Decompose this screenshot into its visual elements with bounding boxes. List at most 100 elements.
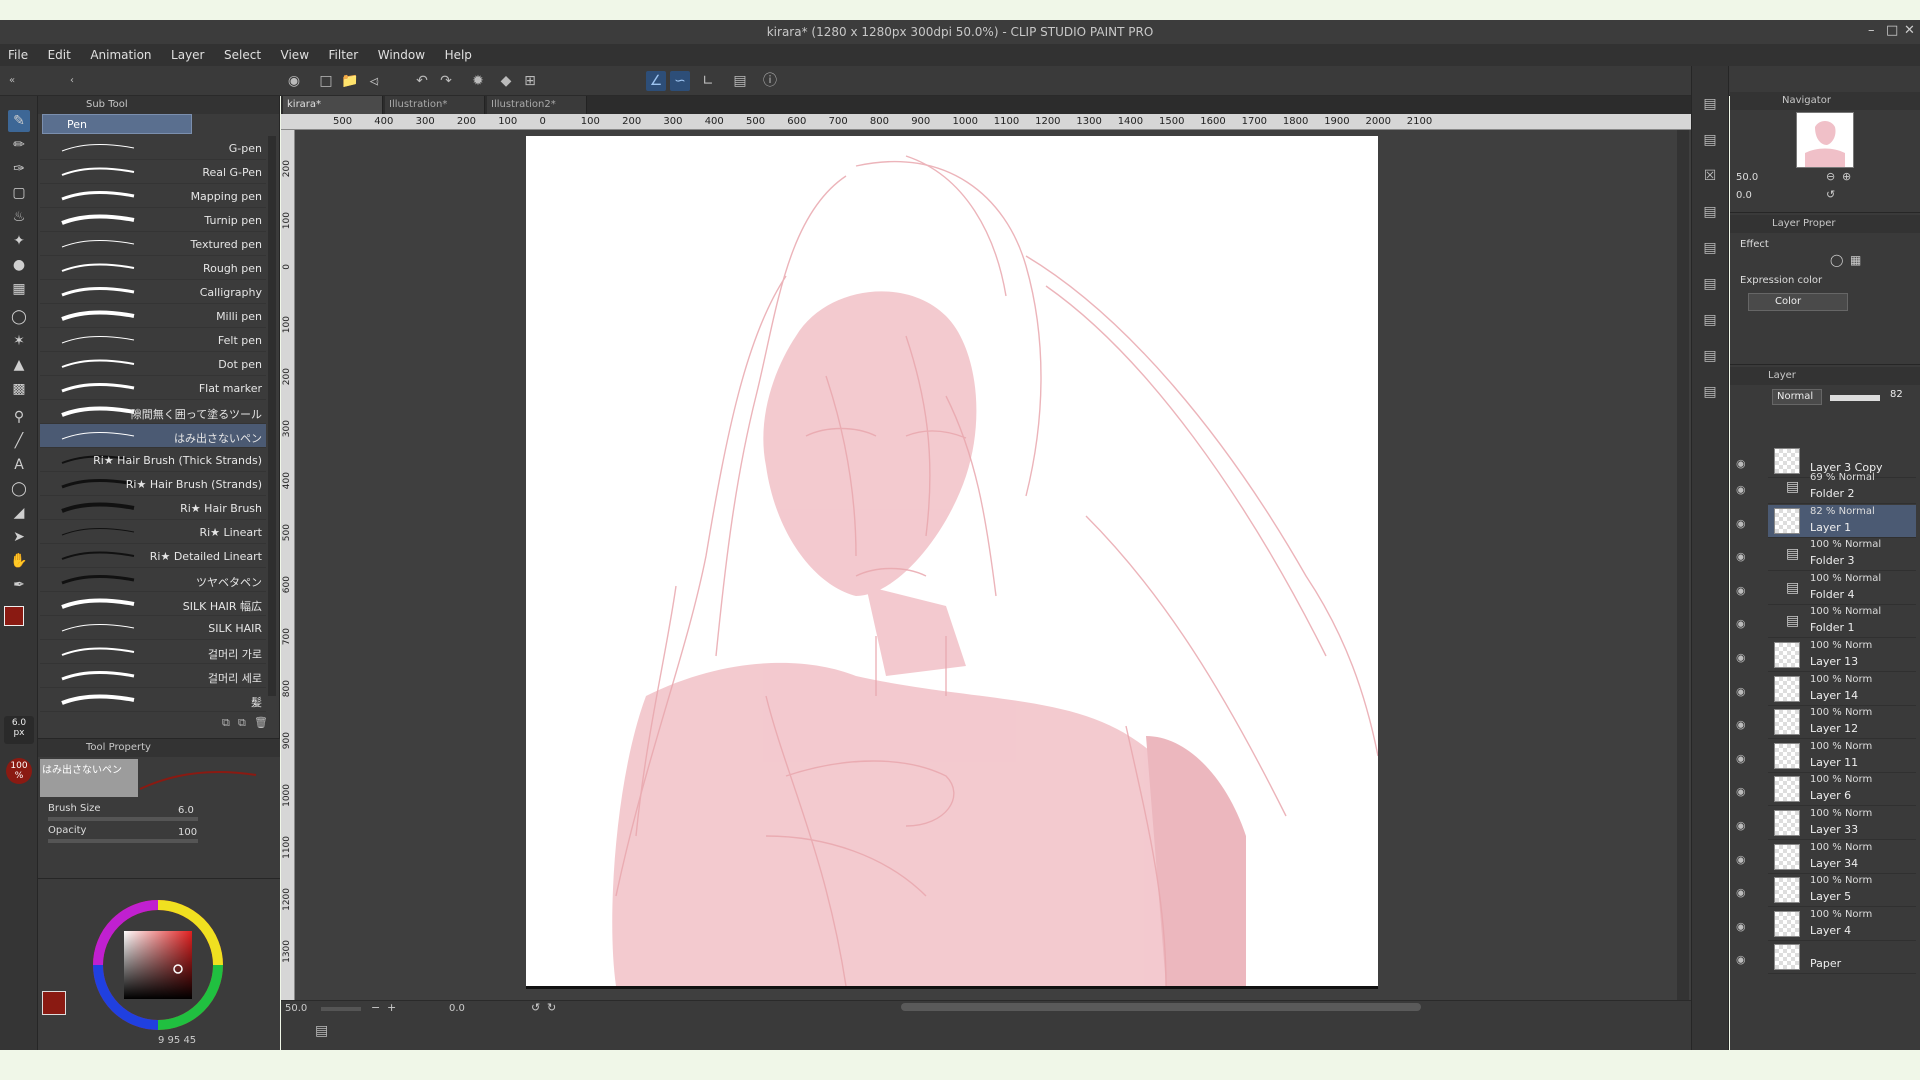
layer-visibility-icon[interactable]: ◉	[1736, 886, 1746, 899]
zoom-out-icon[interactable]: −	[371, 1001, 380, 1014]
menu-view[interactable]: View	[273, 44, 317, 62]
figure-tool-icon[interactable]: ▦	[8, 278, 30, 300]
timeline-icon[interactable]: ▤	[315, 1023, 328, 1039]
brush-item[interactable]: Felt pen	[40, 328, 266, 352]
brush-item[interactable]: SILK HAIR 幅広	[40, 592, 266, 616]
lasso-tool-icon[interactable]: ◯	[8, 306, 30, 328]
tablet-icon[interactable]: ▤	[730, 71, 750, 91]
menu-help[interactable]: Help	[437, 44, 480, 62]
delete-subtool-icon[interactable]: 🗑	[254, 716, 268, 729]
pencil-tool-icon[interactable]: ✏	[8, 134, 30, 156]
color-main-swatch[interactable]	[42, 991, 66, 1015]
horizontal-scrollbar[interactable]	[901, 1003, 1421, 1011]
canvas-zoom-value[interactable]: 50.0	[285, 1003, 307, 1014]
nav-zoom-in-icon[interactable]: ⊕	[1842, 170, 1851, 183]
zoom-slider[interactable]	[321, 1007, 361, 1011]
snap-ruler-icon[interactable]: ∠	[646, 71, 666, 91]
zoom-in-icon[interactable]: +	[387, 1001, 396, 1014]
zoom-tool-icon[interactable]: ⚲	[8, 406, 30, 428]
decoration-tool-icon[interactable]: ✦	[8, 230, 30, 252]
brush-item[interactable]: Ri★ Detailed Lineart	[40, 544, 266, 568]
layer-row[interactable]: 100 % Norm Layer 34	[1768, 841, 1916, 874]
menu-animation[interactable]: Animation	[82, 44, 159, 62]
panel-icon-2[interactable]: ▤	[1700, 130, 1720, 150]
brush-item[interactable]: 걸머리 세로	[40, 664, 266, 688]
tone-effect-icon[interactable]: ▦	[1850, 253, 1861, 267]
collapse-left-icon[interactable]: «	[2, 71, 22, 91]
layer-row[interactable]: 100 % Norm Layer 4	[1768, 908, 1916, 941]
brush-size-value[interactable]: 6.0	[178, 805, 194, 816]
brush-item[interactable]: はみ出さないペン	[40, 424, 266, 448]
nav-zoom-out-icon[interactable]: ⊖	[1826, 170, 1835, 183]
brush-item[interactable]: G-pen	[40, 136, 266, 160]
navigator-thumbnail[interactable]	[1796, 112, 1854, 168]
layer-row[interactable]: 100 % Norm Layer 6	[1768, 773, 1916, 807]
brush-item[interactable]: Ri★ Lineart	[40, 520, 266, 544]
layer-visibility-icon[interactable]: ◉	[1736, 483, 1746, 496]
layer-visibility-icon[interactable]: ◉	[1736, 550, 1746, 563]
object-tool-icon[interactable]: ➤	[8, 526, 30, 548]
snap-special-ruler-icon[interactable]: ∽	[670, 71, 690, 91]
brush-item[interactable]: Flat marker	[40, 376, 266, 400]
maximize-icon[interactable]: □	[1886, 23, 1898, 38]
brush-list-scrollbar[interactable]	[268, 136, 276, 696]
save-icon[interactable]: ⏿	[364, 71, 384, 91]
panel-icon-9[interactable]: ▤	[1700, 382, 1720, 402]
loading-icon[interactable]: ✹	[468, 71, 488, 91]
layer-row[interactable]: 100 % Norm Layer 12	[1768, 706, 1916, 740]
tab-illustration[interactable]: Illustration*	[385, 96, 485, 114]
blend-tool-icon[interactable]: ●	[8, 254, 30, 276]
brush-item[interactable]: Rough pen	[40, 256, 266, 280]
undo-icon[interactable]: ↶	[412, 71, 432, 91]
layer-visibility-icon[interactable]: ◉	[1736, 953, 1746, 966]
brush-item[interactable]: Turnip pen	[40, 208, 266, 232]
menu-layer[interactable]: Layer	[163, 44, 212, 62]
text-tool-icon[interactable]: A	[8, 454, 30, 476]
layer-visibility-icon[interactable]: ◉	[1736, 651, 1746, 664]
menu-edit[interactable]: Edit	[40, 44, 79, 62]
layer-visibility-icon[interactable]: ◉	[1736, 685, 1746, 698]
brush-item[interactable]: Real G-Pen	[40, 160, 266, 184]
navigator-zoom[interactable]: 50.0	[1736, 172, 1758, 183]
rotate-right-icon[interactable]: ↻	[547, 1001, 556, 1014]
hand-tool-icon[interactable]: ✋	[8, 550, 30, 572]
frame-tool-icon[interactable]: ◢	[8, 502, 30, 524]
main-color-swatch[interactable]	[4, 606, 24, 626]
eyedropper-tool-icon[interactable]: ✒	[8, 574, 30, 596]
brush-item[interactable]: Milli pen	[40, 304, 266, 328]
menu-file[interactable]: File	[0, 44, 36, 62]
clip-studio-icon[interactable]: ◉	[284, 71, 304, 91]
copy-subtool-icon[interactable]: ⧉	[222, 716, 230, 730]
menu-filter[interactable]: Filter	[321, 44, 367, 62]
panel-icon-6[interactable]: ▤	[1700, 274, 1720, 294]
new-file-icon[interactable]: □	[316, 71, 336, 91]
rotate-left-icon[interactable]: ↺	[531, 1001, 540, 1014]
auto-select-tool-icon[interactable]: ✶	[8, 330, 30, 352]
layer-folder[interactable]: ▤ 69 % Normal Folder 2	[1768, 471, 1916, 504]
panel-icon-3[interactable]: ☒	[1700, 166, 1720, 186]
tab-kirara[interactable]: kirara*	[283, 96, 383, 114]
layer-visibility-icon[interactable]: ◉	[1736, 785, 1746, 798]
snap-grid-icon[interactable]: ∟	[698, 71, 718, 91]
layer-visibility-icon[interactable]: ◉	[1736, 457, 1746, 470]
canvas-paper[interactable]	[526, 136, 1379, 987]
tab-illustration2[interactable]: Illustration2*	[487, 96, 587, 114]
expression-color-select[interactable]: Color	[1748, 293, 1848, 311]
minimize-icon[interactable]: –	[1868, 23, 1875, 38]
brush-item[interactable]: Dot pen	[40, 352, 266, 376]
brush-size-slider[interactable]	[48, 817, 198, 821]
layer-row[interactable]: 100 % Norm Layer 33	[1768, 807, 1916, 840]
layer-opacity-slider[interactable]	[1830, 395, 1880, 401]
brush-item[interactable]: SILK HAIR	[40, 616, 266, 640]
canvas-angle-value[interactable]: 0.0	[449, 1003, 465, 1014]
clear-icon[interactable]: ◆	[496, 71, 516, 91]
layer-row[interactable]: 100 % Norm Layer 13	[1768, 639, 1916, 672]
eraser-tool-icon[interactable]: ▢	[8, 182, 30, 204]
panel-icon-1[interactable]: ▤	[1700, 94, 1720, 114]
layer-row[interactable]: 100 % Norm Layer 11	[1768, 740, 1916, 773]
layer-folder[interactable]: ▤ 100 % Normal Folder 3	[1768, 538, 1916, 572]
brush-item[interactable]: Textured pen	[40, 232, 266, 256]
gradient-tool-icon[interactable]: ▩	[8, 378, 30, 400]
layer-row[interactable]: Paper	[1768, 941, 1916, 975]
line-tool-icon[interactable]: ╱	[8, 430, 30, 452]
